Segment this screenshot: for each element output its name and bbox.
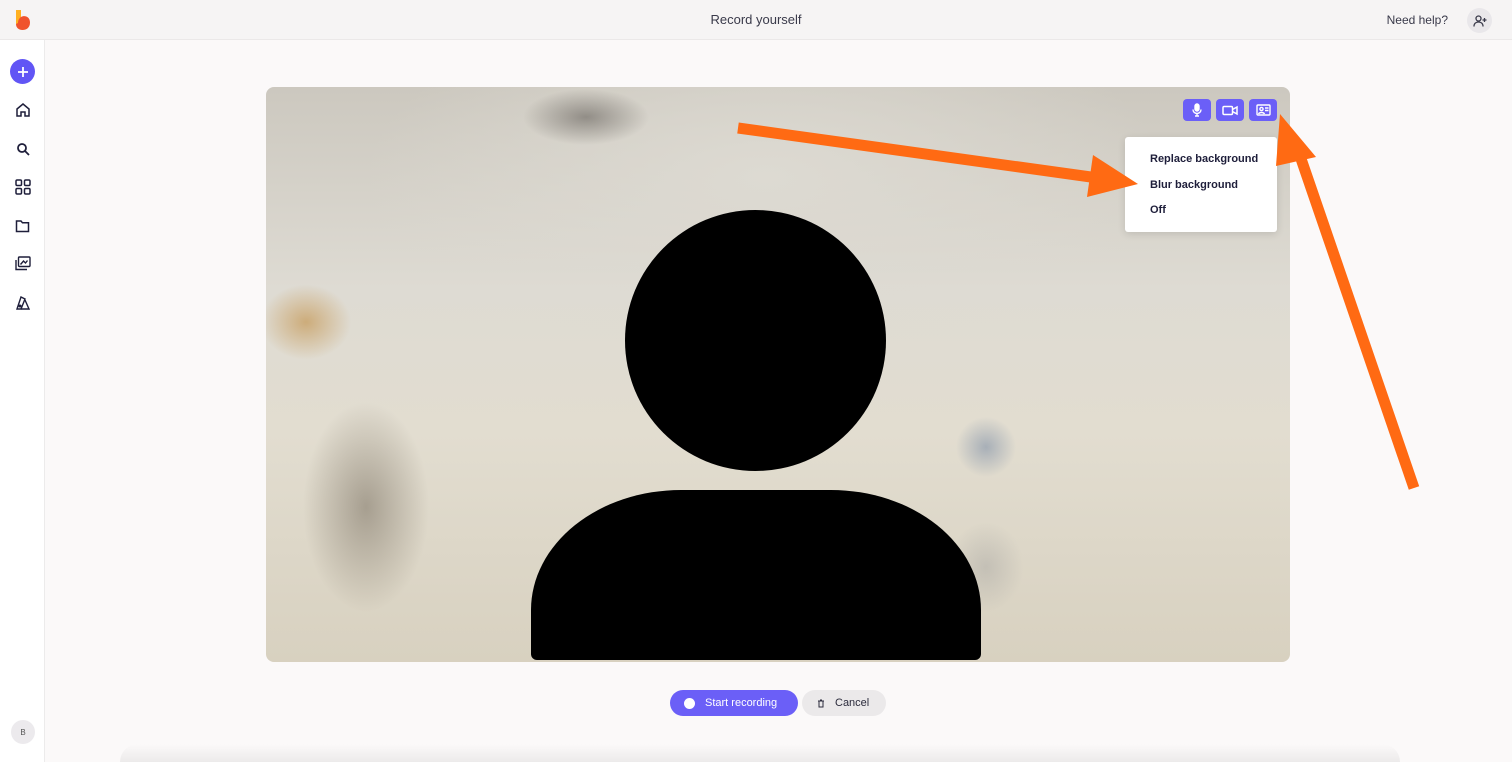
background-icon <box>1255 104 1271 116</box>
home-icon <box>15 102 30 117</box>
avatar[interactable]: B <box>11 720 35 744</box>
camera-preview: Replace background Blur background Off <box>266 87 1290 662</box>
sidebar-item-media[interactable] <box>10 251 35 276</box>
menu-item-replace-background[interactable]: Replace background <box>1125 151 1277 177</box>
person-silhouette-body <box>531 490 981 660</box>
cancel-label: Cancel <box>835 697 870 709</box>
media-library-icon <box>14 256 31 271</box>
folder-icon <box>15 219 30 232</box>
start-recording-label: Start recording <box>705 697 778 709</box>
sidebar-item-templates[interactable] <box>10 174 35 199</box>
arrow-to-background-button <box>1276 114 1420 490</box>
menu-item-blur-background[interactable]: Blur background <box>1125 177 1277 203</box>
search-icon <box>16 142 30 156</box>
background-menu: Replace background Blur background Off <box>1125 137 1277 232</box>
record-dot-icon <box>684 697 695 709</box>
sidebar-item-brand[interactable] <box>10 290 35 315</box>
invite-user-button[interactable] <box>1467 8 1492 33</box>
sidebar-item-search[interactable] <box>10 136 35 161</box>
cancel-button[interactable]: Cancel <box>802 690 886 716</box>
grid-icon <box>14 178 31 195</box>
top-bar: Record yourself Need help? <box>0 0 1512 40</box>
plus-icon <box>17 66 28 77</box>
bottom-shadow <box>120 744 1400 762</box>
person-silhouette-head <box>625 210 886 471</box>
create-new-button[interactable] <box>10 59 35 84</box>
start-recording-button[interactable]: Start recording <box>670 690 798 716</box>
page-title: Record yourself <box>710 12 802 27</box>
need-help-link[interactable]: Need help? <box>1387 13 1448 27</box>
background-effects-button[interactable] <box>1249 99 1277 121</box>
microphone-icon <box>1192 103 1202 117</box>
sidebar-item-home[interactable] <box>10 97 35 122</box>
camera-icon <box>1222 105 1238 115</box>
add-user-icon <box>1472 14 1486 27</box>
trash-icon <box>818 699 824 707</box>
sidebar-item-projects[interactable] <box>10 213 35 238</box>
sidebar: B <box>0 40 45 762</box>
menu-item-off[interactable]: Off <box>1125 202 1277 228</box>
microphone-button[interactable] <box>1183 99 1211 121</box>
camera-button[interactable] <box>1216 99 1244 121</box>
brand-kit-icon <box>15 295 30 310</box>
